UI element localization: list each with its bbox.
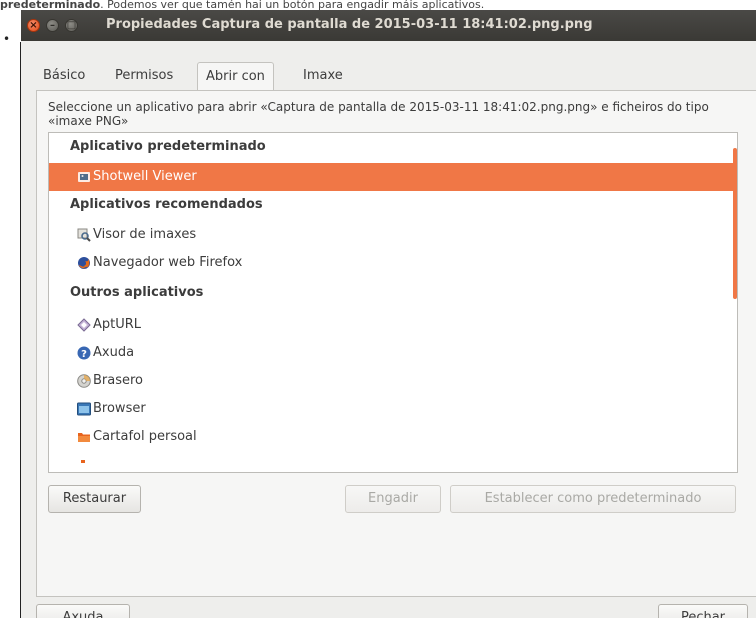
application-list[interactable]: Aplicativo predeterminado Shotwell Viewe… <box>48 132 738 473</box>
maximize-window-button[interactable]: □ <box>65 19 78 32</box>
apturl-icon <box>77 318 91 332</box>
set-default-button[interactable]: Establecer como predeterminado <box>450 485 736 513</box>
help-icon: ? <box>77 346 91 360</box>
browser-icon <box>77 402 91 416</box>
reset-button[interactable]: Restaurar <box>48 485 141 513</box>
tab-imaxe[interactable]: Imaxe <box>303 64 343 92</box>
add-button[interactable]: Engadir <box>345 485 441 513</box>
image-viewer-icon <box>77 228 91 242</box>
list-item-label: Browser <box>93 401 146 416</box>
list-item-browser[interactable]: Browser <box>49 395 733 423</box>
list-scrollbar[interactable] <box>733 148 737 299</box>
firefox-icon <box>78 257 90 269</box>
list-item-label: Brasero <box>93 373 144 388</box>
properties-dialog: × – □ Propiedades Captura de pantalla de… <box>21 10 756 618</box>
list-item-cartafol-persoal[interactable]: Cartafol persoal <box>49 423 733 451</box>
list-item-apturl[interactable]: AptURL <box>49 311 733 339</box>
list-item-partial[interactable] <box>49 451 733 472</box>
minimize-icon: – <box>50 20 55 31</box>
open-with-panel: Seleccione un aplicativo para abrir «Cap… <box>36 90 756 597</box>
titlebar: × – □ Propiedades Captura de pantalla de… <box>21 10 756 41</box>
list-bullet: • <box>3 32 11 46</box>
section-other-heading: Outros aplicativos <box>70 285 204 300</box>
svg-text:?: ? <box>81 349 87 360</box>
shotwell-icon <box>78 172 90 182</box>
list-item-label: Axuda <box>93 345 135 360</box>
help-button[interactable]: Axuda <box>36 604 130 618</box>
list-item-axuda[interactable]: ? Axuda <box>49 339 733 367</box>
list-item-firefox[interactable]: Navegador web Firefox <box>49 249 733 277</box>
list-item-label: AptURL <box>93 317 142 332</box>
window-title: Propiedades Captura de pantalla de 2015-… <box>106 17 593 32</box>
list-item-brasero[interactable]: Brasero <box>49 367 733 395</box>
close-button[interactable]: Pechar <box>658 604 748 618</box>
instruction-text: Seleccione un aplicativo para abrir «Cap… <box>48 100 709 128</box>
brasero-icon <box>77 374 91 388</box>
partial-item-icon <box>81 460 85 463</box>
section-default-heading: Aplicativo predeterminado <box>70 139 266 154</box>
close-window-button[interactable]: × <box>27 19 40 32</box>
section-recommended-heading: Aplicativos recomendados <box>70 197 263 212</box>
list-item-visor-de-imaxes[interactable]: Visor de imaxes <box>49 221 733 249</box>
tab-abrir-con[interactable]: Abrir con <box>197 62 274 92</box>
tab-permisos[interactable]: Permisos <box>115 64 173 92</box>
folder-icon <box>78 433 90 442</box>
minimize-window-button[interactable]: – <box>46 19 59 32</box>
list-item-label: Cartafol persoal <box>93 429 197 444</box>
list-item-label: Navegador web Firefox <box>93 255 243 270</box>
list-item-label: Shotwell Viewer <box>93 169 197 184</box>
list-item-label: Visor de imaxes <box>93 227 197 242</box>
close-icon: × <box>29 20 38 31</box>
maximize-icon: □ <box>66 20 77 31</box>
tab-basico[interactable]: Básico <box>43 64 85 92</box>
list-item-shotwell-viewer[interactable]: Shotwell Viewer <box>49 163 733 191</box>
